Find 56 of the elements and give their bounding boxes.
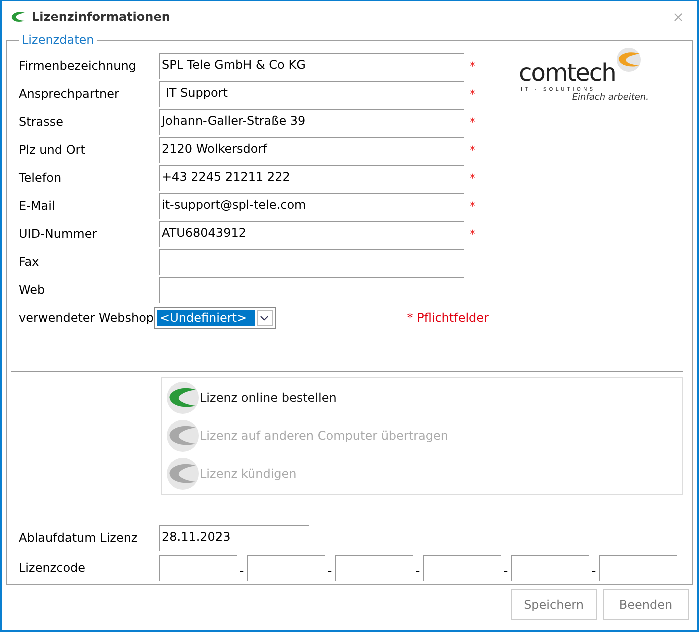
separator-text: - <box>590 563 598 578</box>
input-field[interactable]: ATU68043912 <box>159 221 464 247</box>
logo-swoosh-icon <box>616 47 642 73</box>
required-mark: * <box>470 200 476 212</box>
required-note: * Pflichtfelder <box>407 311 489 325</box>
field-label: Telefon <box>19 171 63 185</box>
field-label: Firmenbezeichnung <box>19 59 138 73</box>
code-field[interactable] <box>247 555 325 581</box>
swoosh-icon <box>166 457 200 491</box>
field-label: UID-Nummer <box>19 227 98 241</box>
input-field[interactable]: IT Support <box>159 81 464 107</box>
close-button[interactable] <box>672 10 685 24</box>
field-label: Strasse <box>19 115 64 129</box>
input-field[interactable]: Johann-Galler-Straße 39 <box>159 109 464 135</box>
separator-text: - <box>238 563 246 578</box>
field-label: Lizenzcode <box>19 561 87 575</box>
field-label: Fax <box>19 255 40 269</box>
code-field[interactable] <box>159 555 237 581</box>
field-label: E-Mail <box>19 199 56 213</box>
chevron-down-icon <box>256 310 273 326</box>
input-field[interactable]: 2120 Wolkersdorf <box>159 137 464 163</box>
input-field[interactable] <box>159 249 464 275</box>
code-field[interactable] <box>511 555 589 581</box>
required-mark: * <box>470 172 476 184</box>
code-field[interactable] <box>423 555 501 581</box>
webshop-dropdown[interactable]: <Undefiniert> <box>154 307 276 329</box>
input-field[interactable] <box>159 277 464 303</box>
field-label: Web <box>19 283 46 297</box>
separator-text: - <box>502 563 510 578</box>
field-label: Ansprechpartner <box>19 87 120 101</box>
app-logo-icon <box>10 9 26 25</box>
input-field[interactable]: SPL Tele GmbH & Co KG <box>159 53 464 79</box>
group-title: Lizenzdaten <box>21 33 96 47</box>
code-field[interactable] <box>335 555 413 581</box>
required-mark: * <box>470 88 476 100</box>
separator-text: - <box>326 563 334 578</box>
logo-name: comtech <box>519 61 616 85</box>
input-field[interactable]: it-support@spl-tele.com <box>159 193 464 219</box>
required-mark: * <box>470 60 476 72</box>
input-field[interactable]: +43 2245 21211 222 <box>159 165 464 191</box>
field-label: verwendeter Webshop <box>19 311 154 325</box>
swoosh-icon <box>166 419 200 453</box>
required-mark: * <box>470 228 476 240</box>
field-label: Ablaufdatum Lizenz <box>19 531 139 545</box>
field-label: Plz und Ort <box>19 143 86 157</box>
logo-slogan: Einfach arbeiten. <box>572 93 649 103</box>
separator-text: - <box>414 563 422 578</box>
swoosh-icon <box>166 381 200 415</box>
dialog-button[interactable]: Beenden <box>603 589 689 620</box>
required-mark: * <box>470 144 476 156</box>
required-mark: * <box>470 116 476 128</box>
dialog-button[interactable]: Speichern <box>511 589 597 620</box>
input-field[interactable]: 28.11.2023 <box>159 525 309 551</box>
action-link[interactable]: Lizenz online bestellen <box>166 381 678 415</box>
code-field[interactable] <box>599 555 677 581</box>
window-title: Lizenzinformationen <box>32 10 172 24</box>
